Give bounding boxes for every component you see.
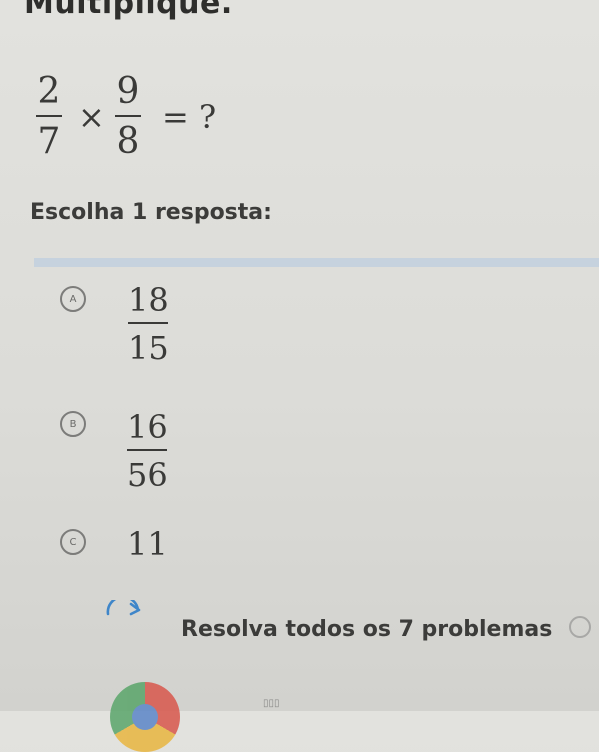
fraction-bar [127,449,168,451]
question-fraction-b: 9 8 [115,74,141,160]
choice-a-radio[interactable]: A [60,286,86,312]
choice-c-value[interactable]: 11 [127,525,168,563]
choice-b-fraction[interactable]: 16 56 [127,411,168,491]
multiply-operator: × [78,98,105,136]
bottom-mark-icon: ▯▯▯ [263,698,280,709]
choice-b-radio[interactable]: B [60,411,86,437]
fraction-bar [36,115,62,117]
reload-icon[interactable] [104,600,148,630]
choice-b-numerator: 16 [127,408,168,446]
choice-b-letter: B [69,418,77,430]
question-fraction-b-denominator: 8 [116,121,140,162]
choice-a-denominator: 15 [128,329,169,367]
progress-ring-icon [569,616,591,638]
choice-a-numerator: 18 [128,281,169,319]
choice-c-radio[interactable]: C [60,529,86,555]
fraction-bar [128,322,169,324]
page-title: Multiplique. [24,0,233,21]
question-fraction-a: 2 7 [36,74,62,160]
browser-logo-icon [110,682,180,752]
choice-c-letter: C [69,536,77,548]
fraction-bar [115,115,141,117]
question-fraction-a-denominator: 7 [37,121,61,162]
question-fraction-a-numerator: 2 [37,71,61,112]
answer-prompt: Escolha 1 resposta: [30,200,272,225]
choice-a-fraction[interactable]: 18 15 [128,284,169,364]
choice-a-letter: A [69,293,77,305]
solve-all-problems-link[interactable]: Resolva todos os 7 problemas [181,617,552,642]
choice-b-denominator: 56 [127,456,168,494]
question-fraction-b-numerator: 9 [116,71,140,112]
divider [34,258,599,267]
equals-question: = ? [162,98,217,136]
